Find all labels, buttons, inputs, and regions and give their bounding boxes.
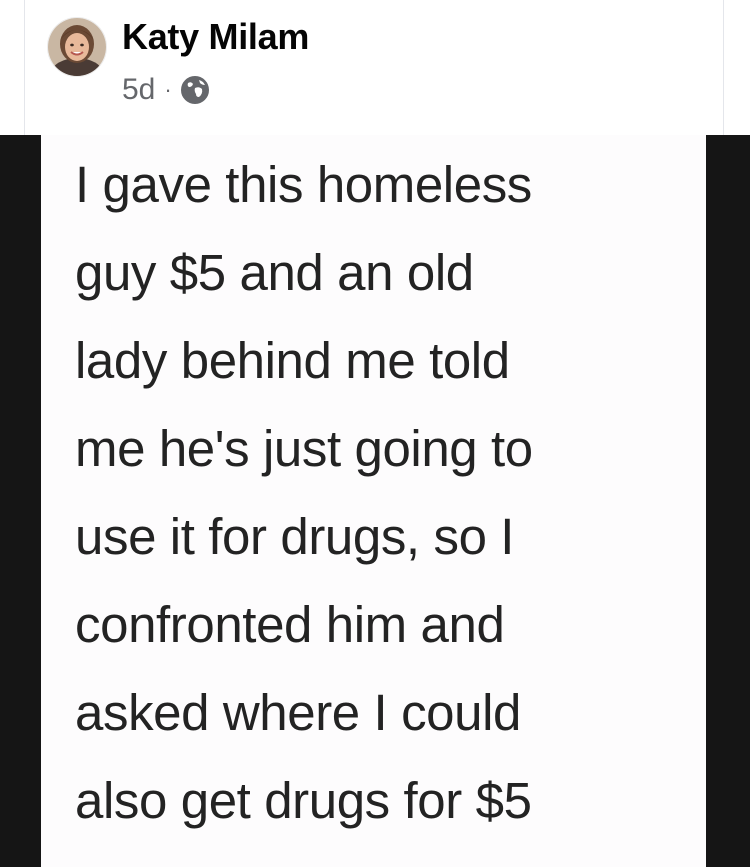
globe-icon[interactable] <box>180 75 210 105</box>
meme-image: I gave this homeless guy $5 and an old l… <box>41 135 706 867</box>
meme-line: me he's just going to <box>75 420 533 477</box>
post-timestamp[interactable]: 5d <box>122 73 155 107</box>
meme-line: guy $5 and an old <box>75 244 474 301</box>
avatar-image <box>48 18 106 76</box>
meta-separator: · <box>164 77 172 102</box>
facebook-post: Katy Milam 5d · I gave this homeless guy… <box>0 0 750 867</box>
avatar[interactable] <box>47 17 107 77</box>
meme-text: I gave this homeless guy $5 and an old l… <box>75 141 533 845</box>
post-header: Katy Milam 5d · <box>24 0 724 135</box>
meme-line: use it for drugs, so I <box>75 508 515 565</box>
meme-line: also get drugs for $5 <box>75 772 532 829</box>
author-name[interactable]: Katy Milam <box>122 16 309 58</box>
meme-line: asked where I could <box>75 684 521 741</box>
meme-line: I gave this homeless <box>75 156 532 213</box>
meme-line: confronted him and <box>75 596 505 653</box>
post-meta: 5d · <box>122 70 210 110</box>
meme-line: lady behind me told <box>75 332 510 389</box>
post-media[interactable]: I gave this homeless guy $5 and an old l… <box>0 135 750 867</box>
